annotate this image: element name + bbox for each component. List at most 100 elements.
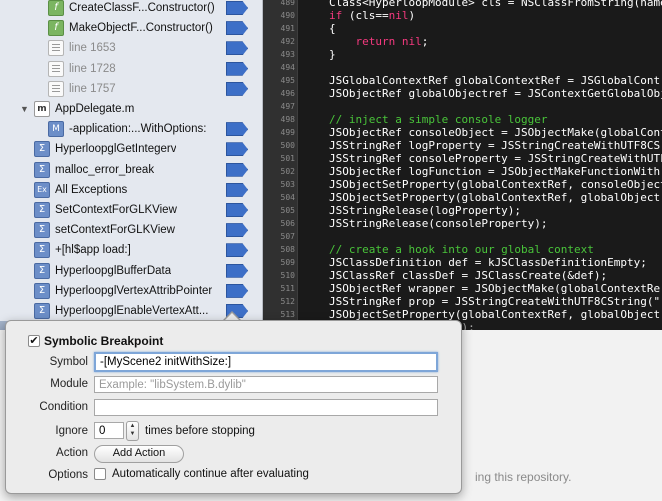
breakpoint-row-label: CreateClassF...Constructor() <box>69 2 215 14</box>
disclosure-triangle-icon[interactable]: ▼ <box>20 104 29 114</box>
sym-breakpoint-icon: Σ <box>34 262 50 279</box>
breakpoint-enabled-checkbox[interactable]: ✔ <box>28 335 40 347</box>
symbol-input[interactable] <box>94 352 438 372</box>
add-action-button[interactable]: Add Action <box>94 445 184 463</box>
breakpoint-row[interactable]: Ex All Exceptions <box>0 180 262 200</box>
code-line: JSStringRef logProperty = JSStringCreate… <box>329 139 661 152</box>
breakpoint-row-label: HyperloopglGetIntegerv <box>55 143 177 156</box>
breakpoint-enabled-marker[interactable] <box>226 142 248 157</box>
line-number: 509 <box>280 258 295 267</box>
breakpoint-row[interactable]: line 1728 <box>0 59 262 79</box>
ignore-count-input[interactable] <box>94 422 124 439</box>
breakpoint-row-label: HyperloopglEnableVertexAtt... <box>55 305 209 317</box>
breakpoint-enabled-marker[interactable] <box>226 283 248 298</box>
breakpoint-row-label: malloc_error_break <box>55 163 155 176</box>
breakpoint-enabled-marker[interactable] <box>226 1 248 15</box>
background-text: ing this repository. <box>475 470 572 484</box>
options-label: Options <box>48 469 88 481</box>
code-line: JSStringRelease(logProperty); <box>329 204 522 217</box>
symbolic-breakpoint-popover: ✔ Symbolic Breakpoint Symbol Module Cond… <box>5 320 462 494</box>
condition-label: Condition <box>39 401 88 413</box>
breakpoint-row-label: setContextForGLKView <box>55 224 175 237</box>
breakpoint-row[interactable]: f MakeObjectF...Constructor() <box>0 18 262 38</box>
breakpoint-enabled-marker[interactable] <box>226 162 248 177</box>
stepper-up-icon[interactable]: ▲ <box>127 422 138 430</box>
symbol-label: Symbol <box>49 356 88 368</box>
breakpoint-row-label: HyperloopglVertexAttribPointer <box>55 284 213 297</box>
line-number: 508 <box>280 245 295 254</box>
breakpoint-row[interactable]: line 1653 <box>0 38 262 58</box>
line-number: 494 <box>280 63 295 72</box>
line-breakpoint-icon <box>48 80 64 97</box>
stepper-down-icon[interactable]: ▼ <box>127 430 138 438</box>
sym-breakpoint-icon: Σ <box>34 141 50 158</box>
code-line: JSObjectSetProperty(globalContextRef, gl… <box>329 191 662 204</box>
line-number: 499 <box>280 128 295 137</box>
breakpoint-row[interactable]: Σ HyperloopglVertexAttribPointer <box>0 281 262 301</box>
breakpoint-row[interactable]: M -application:...WithOptions: <box>0 119 262 139</box>
code-line: } <box>329 48 336 61</box>
line-number-gutter: 489 490 491 492 493 494 495 496 497 498 499 500 501 5… <box>263 0 298 330</box>
breakpoint-row[interactable]: Σ HyperloopglGetIntegerv <box>0 139 262 159</box>
breakpoint-enabled-marker[interactable] <box>226 41 248 56</box>
func-breakpoint-icon: f <box>48 20 64 37</box>
sym-breakpoint-icon: Σ <box>34 303 50 319</box>
breakpoint-enabled-marker[interactable] <box>226 263 248 278</box>
popover-title: Symbolic Breakpoint <box>44 334 164 348</box>
breakpoint-enabled-marker[interactable] <box>226 81 248 96</box>
ignore-count-stepper[interactable]: ▲ ▼ <box>126 421 139 441</box>
breakpoint-row[interactable]: ΣsetContextForGLKView <box>0 220 262 240</box>
code-editor[interactable]: 489 490 491 492 493 494 495 496 497 498 499 500 501 5… <box>263 0 662 330</box>
code-line: // inject a simple console logger <box>329 113 548 126</box>
sym-breakpoint-icon: Σ <box>34 242 50 259</box>
breakpoint-row-label: MakeObjectF...Constructor() <box>69 22 213 35</box>
breakpoint-row[interactable]: Σ +[hl$app load:] <box>0 240 262 260</box>
line-number: 510 <box>280 271 295 280</box>
breakpoint-row[interactable]: line 1757 <box>0 79 262 99</box>
code-line: JSObjectRef logFunction = JSObjectMakeFu… <box>329 165 661 178</box>
code-line: JSObjectRef consoleObject = JSObjectMake… <box>329 126 662 139</box>
sym-breakpoint-icon: Σ <box>34 202 50 218</box>
breakpoint-enabled-marker[interactable] <box>226 122 248 137</box>
func-breakpoint-icon: f <box>48 0 64 16</box>
breakpoint-navigator: f CreateClassF...Constructor() f MakeObject… <box>0 0 263 330</box>
breakpoint-enabled-marker[interactable] <box>226 203 248 217</box>
breakpoint-row-label: All Exceptions <box>55 183 128 196</box>
auto-continue-checkbox[interactable] <box>94 468 106 480</box>
breakpoint-row-label: +[hl$app load:] <box>55 244 131 257</box>
ignore-label: Ignore <box>55 425 88 437</box>
breakpoint-row[interactable]: Σmalloc_error_break <box>0 160 262 180</box>
sym-breakpoint-icon: Σ <box>34 222 50 239</box>
code-line: JSClassDefinition def = kJSClassDefiniti… <box>329 256 647 269</box>
line-number: 503 <box>280 180 295 189</box>
code-line: JSStringRef prop = JSStringCreateWithUTF… <box>329 295 661 308</box>
line-number: 497 <box>280 102 295 111</box>
breakpoint-row[interactable]: Σ HyperloopglBufferData <box>0 261 262 281</box>
line-number: 496 <box>280 89 295 98</box>
code-line: return nil; <box>355 35 429 48</box>
breakpoint-enabled-marker[interactable] <box>226 223 248 238</box>
breakpoint-row-label: SetContextForGLKView <box>55 204 177 216</box>
breakpoint-row[interactable]: Σ SetContextForGLKView <box>0 200 262 220</box>
line-breakpoint-icon <box>48 60 64 77</box>
code-line: if (cls==nil) <box>329 9 416 22</box>
line-number: 501 <box>280 154 295 163</box>
navigator-file-row[interactable]: ▼ m AppDelegate.m <box>0 99 262 119</box>
breakpoint-enabled-marker[interactable] <box>226 182 248 197</box>
line-number: 500 <box>280 141 295 150</box>
module-input[interactable] <box>94 376 438 393</box>
breakpoint-enabled-marker[interactable] <box>226 21 248 36</box>
breakpoint-enabled-marker[interactable] <box>226 61 248 76</box>
breakpoint-row-label: line 1728 <box>69 62 116 75</box>
code-line: JSGlobalContextRef globalContextRef = JS… <box>329 74 661 87</box>
code-line: JSObjectRef globalObjectref = JSContextG… <box>329 87 662 100</box>
condition-input[interactable] <box>94 399 438 416</box>
line-breakpoint-icon <box>48 40 64 57</box>
breakpoint-enabled-marker[interactable] <box>226 243 248 258</box>
line-number: 495 <box>280 76 295 85</box>
breakpoint-row-label: line 1757 <box>69 82 116 95</box>
code-line: JSStringRelease(consoleProperty); <box>329 217 548 230</box>
breakpoint-row[interactable]: f CreateClassF...Constructor() <box>0 0 262 18</box>
breakpoint-row-label: AppDelegate.m <box>55 103 135 115</box>
breakpoint-row-label: HyperloopglBufferData <box>55 264 172 277</box>
